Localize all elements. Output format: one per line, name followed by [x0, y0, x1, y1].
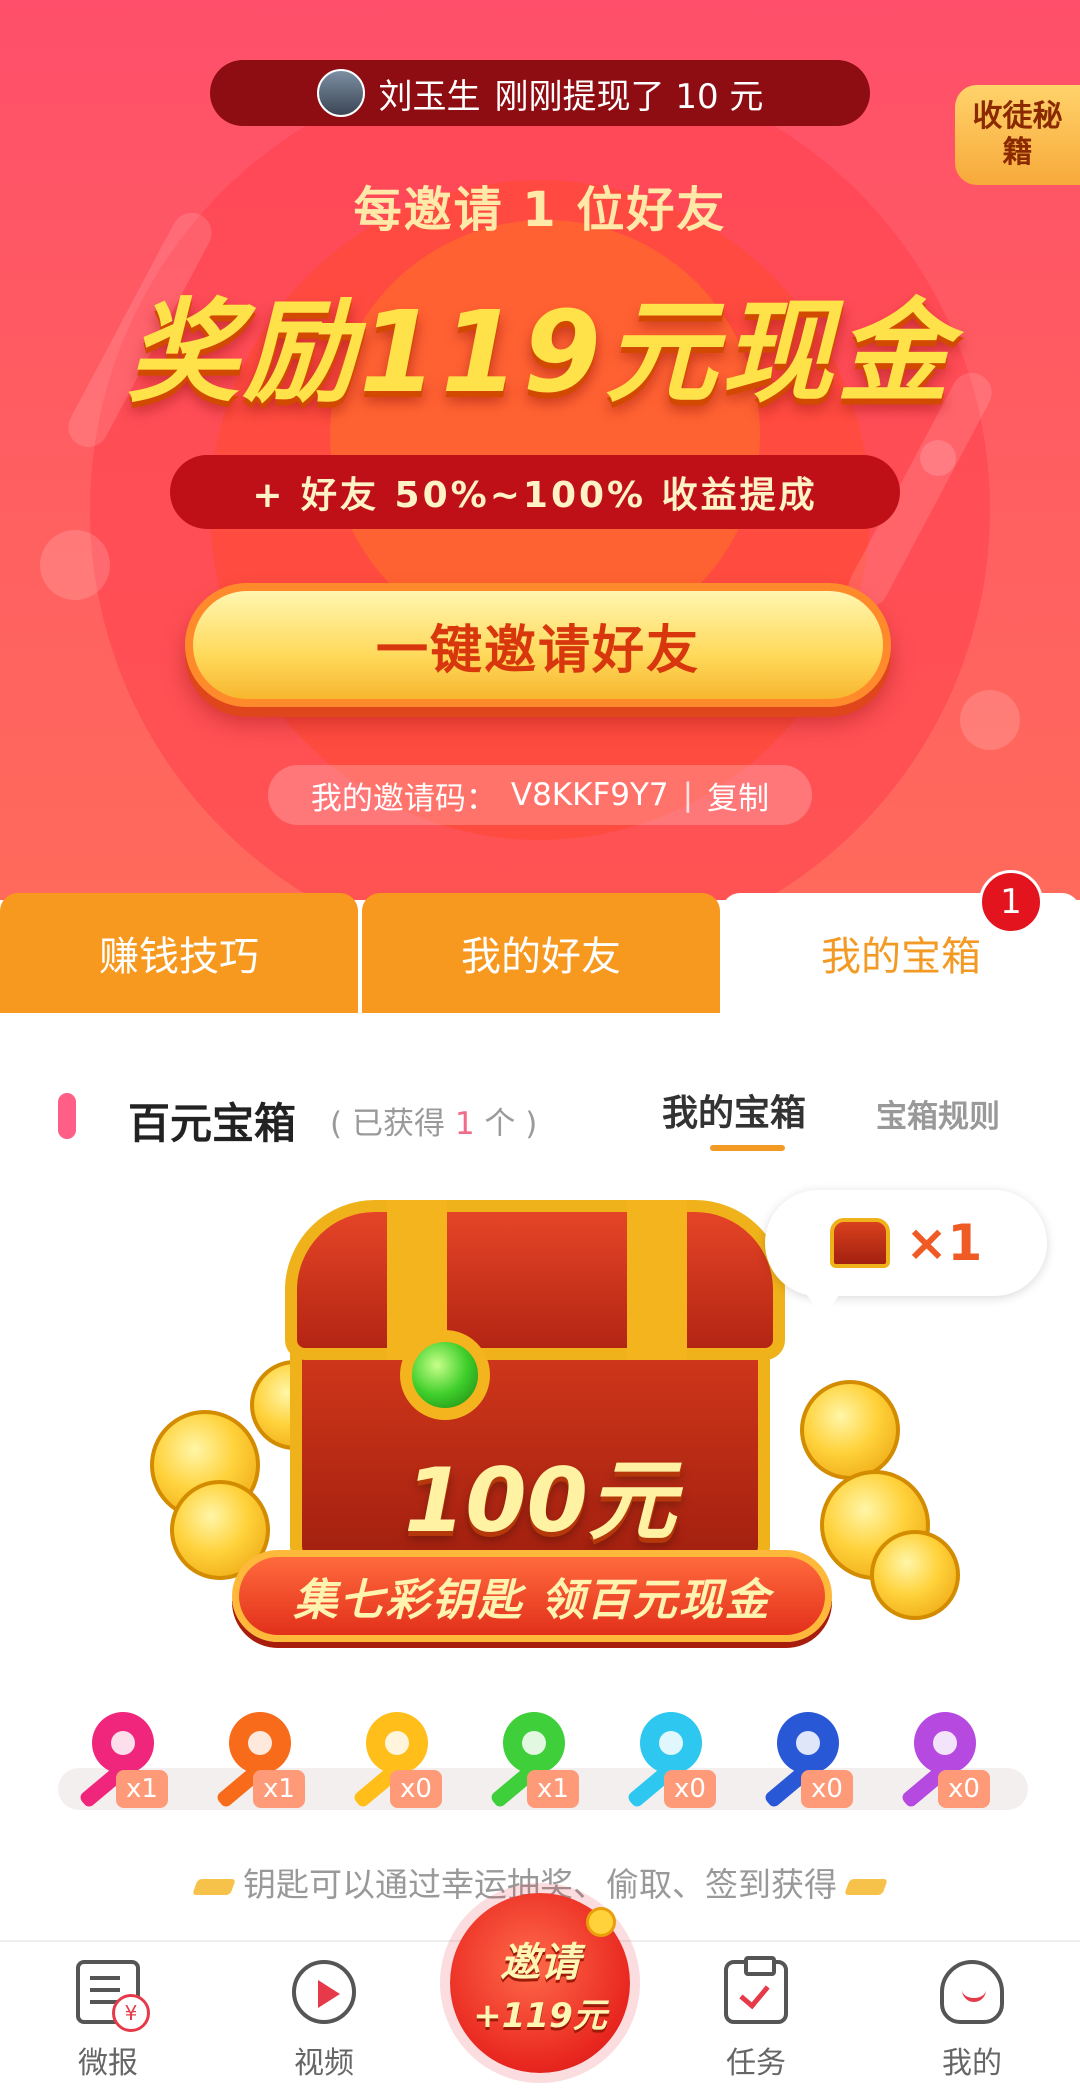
headline-small: 每邀请 1 位好友 [353, 182, 727, 238]
nav-label-task: 任务 [726, 2046, 786, 2081]
video-play-icon [292, 1960, 356, 2024]
page: 刘玉生 刚刚提现了 10 元 收徒秘籍 每邀请 1 位好友 奖励119元现金 +… [0, 0, 1080, 2093]
coin-icon [586, 1907, 616, 1937]
profile-icon [940, 1960, 1004, 2024]
key-count: x1 [527, 1770, 579, 1808]
invite-code-value: V8KKF9Y7 [510, 777, 669, 813]
blue-key-icon: x0 [755, 1712, 853, 1822]
cyan-key-icon: x0 [618, 1712, 716, 1822]
hint-arrow-right-icon [844, 1878, 888, 1895]
key-count: x1 [253, 1770, 305, 1808]
headline-reward: 奖励119元现金 [127, 288, 953, 418]
count-suffix: 个 ) [484, 1106, 538, 1142]
nav-invite-reward: +119元 [473, 1995, 607, 2036]
nav-item-task[interactable]: 任务 [696, 1950, 816, 2090]
yellow-key-icon: x0 [344, 1712, 442, 1822]
invite-banner: 刘玉生 刚刚提现了 10 元 收徒秘籍 每邀请 1 位好友 奖励119元现金 +… [0, 0, 1080, 900]
purple-key-icon: x0 [892, 1712, 990, 1822]
chest-count-bubble: ×1 [765, 1190, 1047, 1318]
key-ring [92, 1712, 154, 1774]
banner-bubble [40, 530, 110, 600]
key-ring [503, 1712, 565, 1774]
orange-key-icon: x1 [207, 1712, 305, 1822]
chest-gem-icon [400, 1330, 490, 1420]
chest-slogan: 集七彩钥匙 领百元现金 [232, 1550, 832, 1642]
commission-subline: + 好友 50%~100% 收益提成 [170, 455, 900, 529]
nav-label-profile: 我的 [942, 2046, 1002, 2081]
chest-obtained-count: ( 已获得 1 个 ) [330, 1098, 537, 1143]
pink-key-icon: x1 [70, 1712, 168, 1822]
tab-bar: 赚钱技巧 我的好友 我的宝箱 [0, 893, 1080, 1013]
subtab-chest-rules[interactable]: 宝箱规则 [876, 1091, 1000, 1136]
key-count: x0 [664, 1770, 716, 1808]
key-ring [366, 1712, 428, 1774]
ticker-message: 刚刚提现了 10 元 [494, 76, 764, 117]
tab-my-friends[interactable]: 我的好友 [362, 893, 720, 1013]
key-count: x0 [938, 1770, 990, 1808]
banner-bubble [960, 690, 1020, 750]
section-title: 百元宝箱 [128, 1099, 297, 1148]
chest-count: ×1 [905, 1214, 983, 1272]
ticker-user-name: 刘玉生 [378, 76, 481, 117]
avatar [316, 69, 365, 117]
nav-item-news[interactable]: 微报 [48, 1950, 168, 2090]
nav-label-video: 视频 [294, 2046, 354, 2081]
tab-earning-tips[interactable]: 赚钱技巧 [0, 893, 358, 1013]
key-ring [777, 1712, 839, 1774]
chest-icon [829, 1218, 890, 1268]
count-value: 1 [454, 1106, 475, 1142]
subtab-my-chest[interactable]: 我的宝箱 [662, 1084, 806, 1136]
key-ring [640, 1712, 702, 1774]
nav-invite-label: 邀请 [500, 1939, 580, 1986]
count-prefix: ( 已获得 [330, 1106, 445, 1142]
nav-item-video[interactable]: 视频 [264, 1950, 384, 2090]
notification-badge: 1 [979, 870, 1043, 934]
nav-label-news: 微报 [78, 2046, 138, 2081]
invite-code-bar: 我的邀请码： V8KKF9Y7 | 复制 [268, 765, 812, 825]
copy-code-button[interactable]: 复制 [707, 773, 769, 818]
chest-band [627, 1200, 687, 1360]
divider: | [682, 777, 694, 813]
key-ring [229, 1712, 291, 1774]
task-clipboard-icon [724, 1956, 788, 2024]
section-accent-bar [58, 1093, 76, 1139]
nav-item-profile[interactable]: 我的 [912, 1950, 1032, 2090]
subtab-indicator [710, 1145, 785, 1151]
chest-lid [285, 1200, 785, 1360]
key-count: x0 [390, 1770, 442, 1808]
green-key-icon: x1 [481, 1712, 579, 1822]
invite-friends-button[interactable]: 一键邀请好友 [185, 583, 891, 707]
key-count: x0 [801, 1770, 853, 1808]
chest-amount: 100元 [404, 1449, 676, 1552]
withdraw-ticker: 刘玉生 刚刚提现了 10 元 [210, 60, 870, 126]
invite-code-label: 我的邀请码： [310, 780, 497, 817]
news-icon [76, 1960, 150, 2032]
hint-arrow-left-icon [192, 1878, 236, 1895]
key-ring [914, 1712, 976, 1774]
key-count: x1 [116, 1770, 168, 1808]
banner-bubble [920, 440, 956, 476]
nav-invite-button[interactable]: 邀请 +119元 [450, 1893, 630, 2073]
